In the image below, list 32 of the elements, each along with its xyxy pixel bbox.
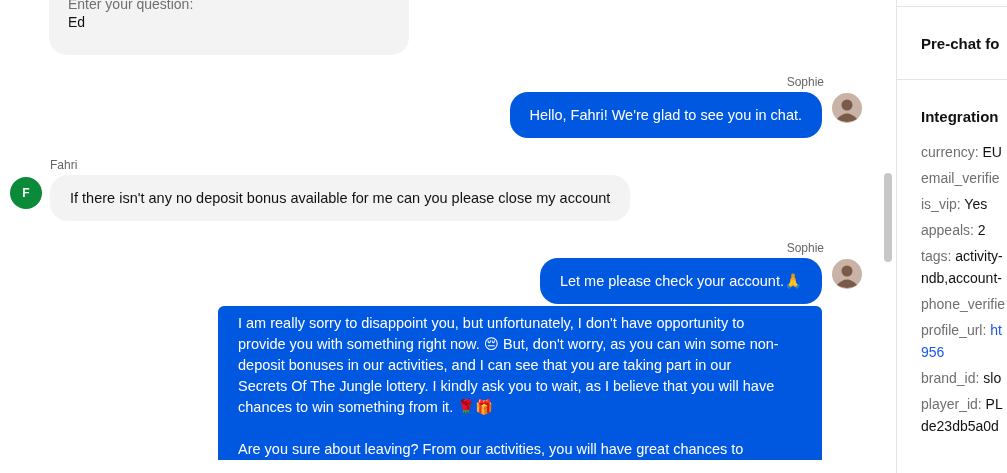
sender-name: Sophie <box>786 241 824 255</box>
message-text: Hello, Fahri! We're glad to see you in chat. <box>529 106 802 125</box>
sender-name: Fahri <box>50 158 78 172</box>
field-value: activity- <box>955 248 1003 264</box>
field-value: Yes <box>964 196 988 212</box>
prechat-form-heading[interactable]: Pre-chat fo <box>921 34 1000 52</box>
field-value: EU <box>982 144 1002 160</box>
field-label: currency: <box>921 144 979 160</box>
message-text: I am really sorry to disappoint you, but unfortunately, I don't have opportunity to provide you with something right now. 😔 But, don't worry, as you can win some non-deposit bonuses in our activities, and I can see that you are taking part in our Secrets Of The Jungle lottery. I kindly ask you to wait, as I believe that you will have chances to win something from it. 🌹🎁 <box>238 314 780 417</box>
integrations-heading: Integration <box>921 108 1000 125</box>
field-label: appeals: <box>921 222 974 238</box>
user-initial-avatar: F <box>10 177 42 209</box>
field-label: tags: <box>921 248 952 264</box>
field-label: phone_verifie <box>921 296 1006 312</box>
form-field-answer: Ed <box>68 14 87 30</box>
field-link[interactable]: 956 <box>921 344 945 360</box>
message-text: Let me please check your account.🙏 <box>559 272 802 291</box>
field-label: brand_id: <box>921 370 980 386</box>
message-text: If there isn't any no deposit bonus available for me can you please close my account <box>70 189 611 208</box>
field-link[interactable]: ht <box>990 322 1002 338</box>
field-label: email_verifie <box>921 170 1000 186</box>
field-value: PL <box>985 396 1003 412</box>
field-value: de23db5a0d <box>921 418 999 434</box>
sender-name: Sophie <box>786 75 824 89</box>
field-value: ndb,account- <box>921 270 1002 286</box>
scrollbar-thumb[interactable] <box>884 173 892 262</box>
message-text: Are you sure about leaving? From our activities, you will have great chances to <box>238 440 745 459</box>
field-value: 2 <box>977 222 986 238</box>
field-value: slo <box>983 370 1002 386</box>
field-label: profile_url: <box>921 322 987 338</box>
field-label: player_id: <box>921 396 982 412</box>
field-label: is_vip: <box>921 196 961 212</box>
